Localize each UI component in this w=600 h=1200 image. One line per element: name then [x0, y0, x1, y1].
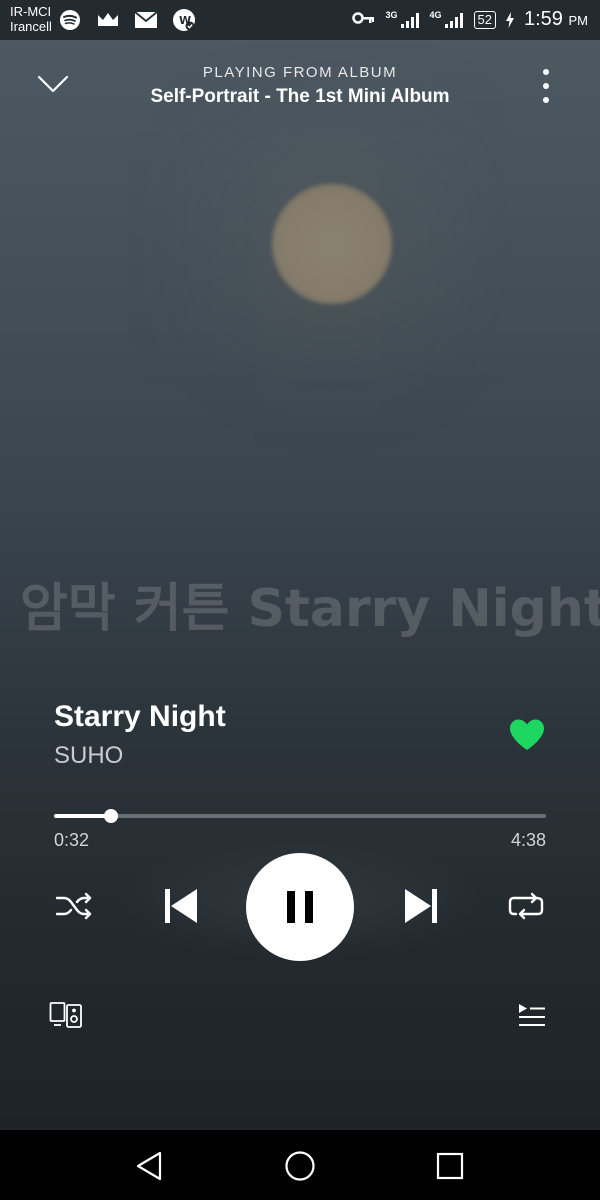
clock-time: 1:59: [524, 8, 563, 30]
clock-ampm: PM: [568, 13, 589, 28]
shuffle-icon[interactable]: [54, 888, 94, 924]
album-title[interactable]: Self-Portrait - The 1st Mini Album: [0, 86, 600, 108]
playing-from-label: PLAYING FROM ALBUM: [202, 64, 398, 81]
spotify-icon: [58, 8, 82, 32]
progress-thumb[interactable]: [103, 809, 118, 823]
pause-icon: [287, 891, 313, 923]
clock: 1:59 PM: [524, 8, 588, 31]
heart-icon[interactable]: [508, 718, 546, 752]
track-artist[interactable]: SUHO: [54, 742, 123, 770]
repeat-icon[interactable]: [504, 888, 548, 924]
app-icon: W: [172, 8, 196, 32]
home-icon[interactable]: [282, 1148, 318, 1184]
skip-previous-icon[interactable]: [160, 884, 202, 928]
album-art-text: 암막 커튼 Starry Night: [20, 579, 600, 639]
signal-icon: [400, 12, 419, 28]
more-options-icon[interactable]: [536, 68, 556, 104]
status-bar: IR-MCI Irancell W 3G 4G 52 1:59 PM: [0, 0, 600, 40]
system-nav-bar: [0, 1130, 600, 1200]
charging-icon: [506, 11, 514, 28]
connect-devices-icon[interactable]: [48, 1000, 84, 1030]
carrier-name-2: Irancell: [10, 19, 52, 34]
skip-next-icon[interactable]: [400, 884, 442, 928]
network-type-label: 3G: [385, 9, 398, 20]
mail-icon: [134, 8, 158, 32]
queue-icon[interactable]: [516, 1000, 548, 1030]
signal-icon: [444, 12, 463, 28]
battery-icon: 52: [473, 10, 496, 29]
track-title[interactable]: Starry Night: [54, 700, 226, 734]
album-art-moon: [272, 184, 392, 304]
total-time: 4:38: [510, 830, 546, 850]
carrier-name: IR-MCI: [10, 4, 52, 19]
recent-apps-icon[interactable]: [432, 1148, 468, 1184]
key-icon: [351, 11, 376, 28]
progress-bar[interactable]: [54, 809, 546, 823]
crown-icon: [96, 8, 120, 32]
carrier-label: IR-MCI Irancell: [10, 4, 52, 34]
back-icon[interactable]: [132, 1148, 168, 1184]
network-type-label-2: 4G: [429, 9, 442, 20]
pause-button[interactable]: [246, 853, 354, 961]
progress-fill: [54, 814, 111, 818]
elapsed-time: 0:32: [54, 830, 90, 850]
